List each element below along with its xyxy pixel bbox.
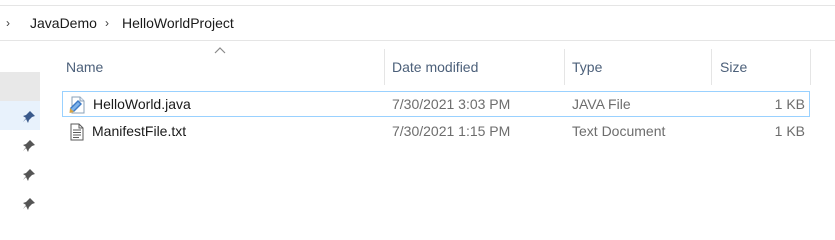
- file-type: Text Document: [572, 123, 666, 139]
- column-header-type[interactable]: Type: [566, 49, 711, 85]
- column-header-size[interactable]: Size: [714, 49, 809, 85]
- breadcrumb-item-helloworldproject[interactable]: HelloWorldProject: [122, 14, 234, 32]
- pin-icon[interactable]: [22, 110, 36, 124]
- column-divider[interactable]: [810, 49, 811, 85]
- pin-icon[interactable]: [22, 139, 36, 153]
- file-row[interactable]: ManifestFile.txt 7/30/2021 1:15 PM Text …: [62, 119, 810, 145]
- column-header-date-modified[interactable]: Date modified: [386, 49, 564, 85]
- file-date-modified: 7/30/2021 1:15 PM: [392, 123, 511, 139]
- text-file-icon: [70, 123, 84, 141]
- file-size: 1 KB: [774, 123, 805, 139]
- column-header-name[interactable]: Name: [60, 49, 383, 85]
- file-size: 1 KB: [774, 96, 805, 112]
- chevron-right-icon[interactable]: ›: [101, 15, 113, 31]
- breadcrumb-item-javademo[interactable]: JavaDemo: [30, 14, 97, 32]
- column-divider[interactable]: [564, 49, 565, 85]
- file-date-modified: 7/30/2021 3:03 PM: [392, 96, 511, 112]
- address-bar[interactable]: › JavaDemo › HelloWorldProject: [0, 0, 835, 46]
- file-row[interactable]: HelloWorld.java 7/30/2021 3:03 PM JAVA F…: [62, 91, 810, 117]
- pin-icon[interactable]: [22, 197, 36, 211]
- java-file-icon: [69, 96, 85, 114]
- column-divider[interactable]: [711, 49, 712, 85]
- column-divider[interactable]: [384, 49, 385, 85]
- nav-item-selected[interactable]: [0, 72, 40, 101]
- file-type: JAVA File: [572, 96, 631, 112]
- chevron-right-icon[interactable]: ›: [2, 15, 14, 31]
- navigation-pane[interactable]: [0, 46, 40, 210]
- file-name[interactable]: ManifestFile.txt: [92, 119, 186, 143]
- pin-icon[interactable]: [22, 168, 36, 182]
- file-name[interactable]: HelloWorld.java: [93, 92, 191, 116]
